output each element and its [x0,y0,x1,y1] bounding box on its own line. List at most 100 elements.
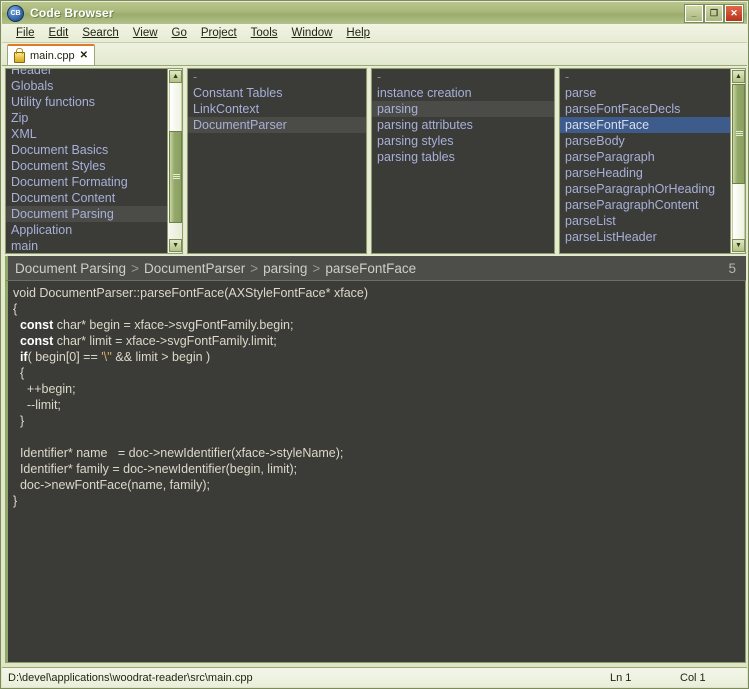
list-item[interactable]: Zip [6,110,182,126]
code-token: char* begin = xface->svgFontFamily.begin… [53,318,294,332]
list-item[interactable]: parseHeading [560,165,745,181]
code-token: char* limit = xface->svgFontFamily.limit… [53,334,277,348]
list-item[interactable]: Document Styles [6,158,182,174]
code-line: const char* begin = xface->svgFontFamily… [13,317,745,333]
scroll-down-icon[interactable]: ▼ [169,239,183,252]
list-item[interactable]: Document Content [6,190,182,206]
list-item[interactable]: XML [6,126,182,142]
menu-item-window[interactable]: Window [285,26,340,40]
code-token: { [13,302,18,316]
list-item[interactable]: - [560,69,745,85]
list-item[interactable]: parseParagraphOrHeading [560,181,745,197]
list-item[interactable]: parse [560,85,745,101]
panel-categories[interactable]: - instance creation parsing parsing attr… [370,67,557,255]
maximize-button[interactable]: ❐ [705,5,723,22]
breadcrumb-count: 5 [728,260,736,276]
list-item[interactable]: - [188,69,366,85]
code-token: ++begin; [13,382,76,396]
list-item[interactable]: Document Basics [6,142,182,158]
list-item-selected[interactable]: parseFontFace [560,117,745,133]
list-item[interactable]: LinkContext [188,101,366,117]
breadcrumb-item-class[interactable]: DocumentParser [144,261,245,276]
menu-search-label: Search [82,27,119,39]
status-column-number: Col 1 [680,671,706,684]
scroll-up-icon[interactable]: ▲ [732,70,745,83]
list-item[interactable]: parseListHeader [560,229,745,245]
close-button[interactable]: ✕ [725,5,743,22]
menu-tools-label: Tools [250,27,278,39]
list-item[interactable]: Constant Tables [188,85,366,101]
tab-bar: main.cpp ✕ [2,43,747,66]
menu-item-file[interactable]: File [9,26,42,40]
list-item[interactable]: parseFontFaceDecls [560,101,745,117]
list-item[interactable]: - [372,69,554,85]
scroll-up-icon[interactable]: ▲ [169,70,183,83]
code-editor[interactable]: void DocumentParser::parseFontFace(AXSty… [5,281,746,663]
code-line: Identifier* name = doc->newIdentifier(xf… [13,445,745,461]
list-item-selected[interactable]: DocumentParser [188,117,367,133]
scroll-track-upper[interactable] [169,83,183,131]
scroll-down-icon[interactable]: ▼ [732,239,745,252]
breadcrumb-separator: > [312,260,321,276]
list-item[interactable]: parsing styles [372,133,554,149]
menu-item-go[interactable]: Go [165,26,194,40]
scroll-thumb[interactable] [169,131,183,223]
code-token: if [19,350,28,364]
code-token: && limit > begin ) [111,350,211,364]
list-item[interactable]: Utility functions [6,94,182,110]
list-item[interactable]: Document Formating [6,174,182,190]
panel-modules-scrollbar[interactable]: ▲ ▼ [167,69,183,253]
scroll-grip-icon [173,174,181,180]
code-line: void DocumentParser::parseFontFace(AXSty… [13,285,745,301]
title-bar: CB Code Browser _ ❐ ✕ [2,2,747,25]
code-line: { [13,301,745,317]
breadcrumb-item-module[interactable]: Document Parsing [15,261,126,276]
tab-close-icon[interactable]: ✕ [80,50,88,61]
menu-go-label: Go [171,27,187,39]
code-line: if( begin[0] == '\'' && limit > begin ) [13,349,745,365]
menu-item-view[interactable]: View [126,26,165,40]
list-item-selected[interactable]: parsing [372,101,555,117]
list-item[interactable]: parseBody [560,133,745,149]
code-line: const char* limit = xface->svgFontFamily… [13,333,745,349]
menu-item-project[interactable]: Project [194,26,244,40]
list-item[interactable]: parseParagraphContent [560,197,745,213]
menu-item-help[interactable]: Help [339,26,377,40]
panel-members[interactable]: - parse parseFontFaceDecls parseFontFace… [558,67,747,255]
code-token: Identifier* name = doc->newIdentifier(xf… [13,446,344,460]
code-token: const [19,334,54,348]
panel-classes[interactable]: - Constant Tables LinkContext DocumentPa… [186,67,369,255]
breadcrumb-item-category[interactable]: parsing [263,261,307,276]
code-line: } [13,493,745,509]
breadcrumb-item-member[interactable]: parseFontFace [325,261,416,276]
list-item[interactable]: instance creation [372,85,554,101]
menu-window-label: Window [291,27,333,39]
list-item[interactable]: parsing attributes [372,117,554,133]
list-item[interactable]: Globals [6,78,182,94]
tab-label: main.cpp [30,49,75,62]
list-item[interactable]: parseParagraph [560,149,745,165]
menu-item-tools[interactable]: Tools [244,26,285,40]
menu-item-search[interactable]: Search [75,26,125,40]
list-item[interactable]: parsing tables [372,149,554,165]
panel-modules-list: Header Globals Utility functions Zip XML… [6,69,183,253]
minimize-button[interactable]: _ [685,5,703,22]
breadcrumb-separator: > [131,260,139,276]
list-item[interactable]: main [6,238,182,253]
menu-item-edit[interactable]: Edit [42,26,76,40]
list-item[interactable]: parseList [560,213,745,229]
panel-members-scrollbar[interactable]: ▲ ▼ [730,69,745,253]
panel-modules[interactable]: Header Globals Utility functions Zip XML… [3,67,185,255]
code-token: doc->newFontFace(name, family); [13,478,210,492]
list-item[interactable]: Header [6,69,182,78]
list-item-selected[interactable]: Document Parsing [6,206,183,222]
scroll-track-lower[interactable] [732,184,745,239]
tab-main-cpp[interactable]: main.cpp ✕ [7,44,96,65]
list-item[interactable]: Application [6,222,182,238]
code-token: Identifier* family = doc->newIdentifier(… [13,462,298,476]
scroll-thumb[interactable] [732,84,745,184]
window-title: Code Browser [30,6,114,20]
panel-members-list: - parse parseFontFaceDecls parseFontFace… [560,69,745,253]
